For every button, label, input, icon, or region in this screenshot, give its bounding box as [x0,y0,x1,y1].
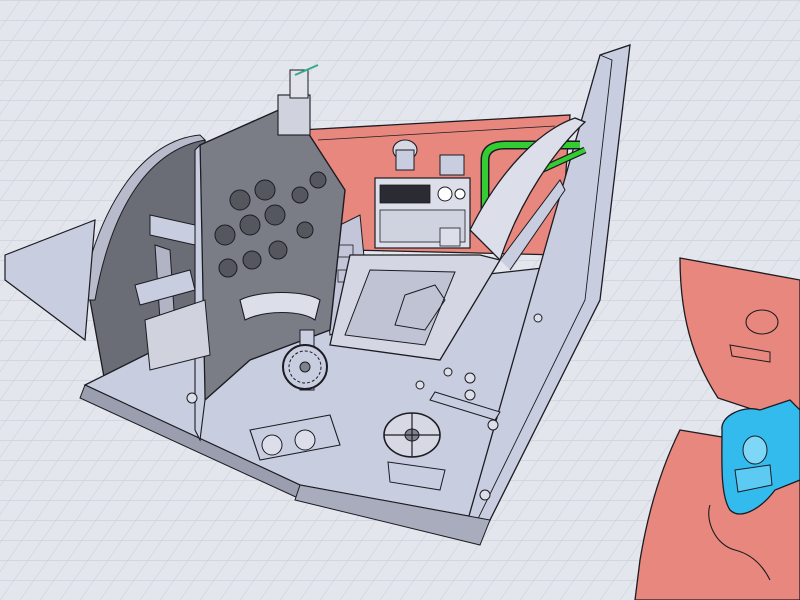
hand-wheel[interactable] [383,412,441,458]
trim-wheel[interactable] [282,344,328,390]
radio-stack[interactable] [374,177,471,249]
viewport-canvas[interactable] [0,0,800,600]
3d-viewport[interactable] [0,0,800,600]
